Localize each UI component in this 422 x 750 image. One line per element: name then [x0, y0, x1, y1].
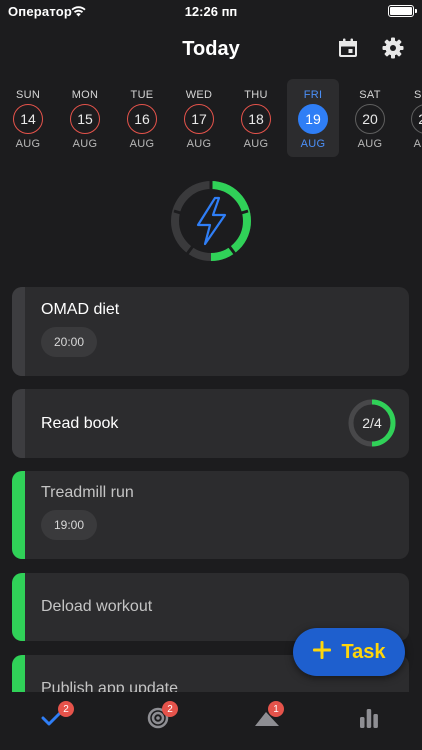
task-title: Deload workout: [41, 598, 153, 615]
day-date: 17: [184, 104, 214, 134]
day-name: THU: [244, 89, 268, 101]
tab-badge: 1: [268, 701, 284, 717]
day-name: MON: [71, 89, 99, 101]
day-month: AUG: [72, 138, 98, 150]
day-month: AUG: [413, 138, 422, 150]
task-title: Treadmill run: [41, 484, 134, 501]
tab-badge: 2: [58, 701, 74, 717]
day-name: SUN: [413, 89, 422, 101]
status-bar: Оператор 12:26 пп: [0, 0, 422, 24]
task-progress-ring[interactable]: 2/4: [347, 398, 397, 448]
task-card-read-book[interactable]: Read book 2/4: [12, 389, 409, 458]
day-sun-21[interactable]: SUN 21 AUG: [400, 79, 422, 157]
task-card-omad-diet[interactable]: OMAD diet 20:00: [12, 287, 409, 376]
task-status-bar: [12, 655, 25, 692]
day-wed-17[interactable]: WED 17 AUG: [173, 79, 225, 157]
task-title: Read book: [41, 415, 119, 432]
calendar-button[interactable]: [334, 36, 362, 64]
settings-button[interactable]: [379, 36, 407, 64]
task-time-chip: 20:00: [41, 327, 98, 357]
day-date: 15: [70, 104, 100, 134]
day-fri-19-selected[interactable]: FRI 19 AUG: [287, 79, 339, 157]
day-date: 19: [298, 104, 328, 134]
day-thu-18[interactable]: THU 18 AUG: [230, 79, 282, 157]
task-progress-label: 2/4: [362, 415, 382, 431]
day-month: AUG: [186, 138, 212, 150]
day-mon-15[interactable]: MON 15 AUG: [59, 79, 111, 157]
day-name: WED: [185, 89, 213, 101]
status-time: 12:26 пп: [184, 4, 238, 19]
task-status-bar: [12, 287, 25, 376]
task-status-bar: [12, 573, 25, 641]
tab-statistics[interactable]: [345, 702, 393, 738]
plus-icon: [312, 640, 332, 665]
gear-icon: [381, 36, 405, 65]
day-date: 21: [411, 104, 422, 134]
add-task-label: Task: [341, 640, 386, 663]
add-task-button[interactable]: Task: [293, 628, 405, 676]
tab-challenges[interactable]: 1: [243, 701, 291, 738]
tab-goals[interactable]: 2: [134, 701, 182, 738]
day-name: TUE: [130, 89, 154, 101]
day-name: SAT: [359, 89, 381, 101]
task-title: OMAD diet: [41, 301, 120, 318]
day-date: 14: [13, 104, 43, 134]
day-sun-14[interactable]: SUN 14 AUG: [2, 79, 54, 157]
tab-bar: 2 2 1: [0, 692, 422, 750]
bar-chart-icon: [358, 707, 380, 734]
week-day-strip: SUN 14 AUG MON 15 AUG TUE 16 AUG WED 17 …: [0, 79, 422, 159]
task-status-bar: [12, 389, 25, 458]
day-date: 20: [355, 104, 385, 134]
day-month: AUG: [243, 138, 269, 150]
day-name: SUN: [15, 89, 41, 101]
day-name: FRI: [303, 89, 323, 101]
task-title: Publish app update: [41, 680, 178, 692]
task-time-chip: 19:00: [41, 510, 98, 540]
energy-progress-ring: [168, 178, 254, 264]
lightning-bolt-icon: [196, 196, 227, 246]
day-sat-20[interactable]: SAT 20 AUG: [344, 79, 396, 157]
day-month: AUG: [300, 138, 326, 150]
battery-icon: [388, 5, 417, 17]
day-month: AUG: [15, 138, 41, 150]
day-date: 16: [127, 104, 157, 134]
task-status-bar: [12, 471, 25, 559]
tab-tasks[interactable]: 2: [28, 701, 76, 738]
task-card-treadmill-run[interactable]: Treadmill run 19:00: [12, 471, 409, 559]
day-month: AUG: [357, 138, 383, 150]
day-date: 18: [241, 104, 271, 134]
day-month: AUG: [129, 138, 155, 150]
day-tue-16[interactable]: TUE 16 AUG: [116, 79, 168, 157]
tab-badge: 2: [162, 701, 178, 717]
calendar-icon: [337, 37, 359, 64]
